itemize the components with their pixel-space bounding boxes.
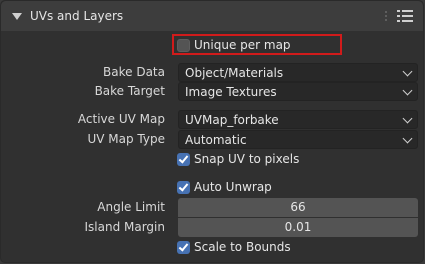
uv-map-type-value: Automatic xyxy=(185,133,247,147)
panel-title: UVs and Layers xyxy=(30,9,124,23)
uv-map-type-dropdown[interactable]: Automatic xyxy=(178,130,418,149)
active-uv-map-label: Active UV Map xyxy=(77,112,165,126)
island-margin-label: Island Margin xyxy=(84,220,165,234)
bake-target-dropdown[interactable]: Image Textures xyxy=(178,82,418,101)
active-uv-map-value: UVMap_forbake xyxy=(185,113,279,127)
checkbox-box[interactable] xyxy=(177,181,190,194)
auto-unwrap-label: Auto Unwrap xyxy=(194,180,272,194)
active-uv-map-dropdown[interactable]: UVMap_forbake xyxy=(178,110,418,129)
bake-target-label: Bake Target xyxy=(94,84,165,98)
chevron-down-icon xyxy=(402,66,413,77)
bake-target-value: Image Textures xyxy=(185,85,277,99)
uvs-and-layers-panel: UVs and Layers Unique per map Bake Data … xyxy=(0,0,424,263)
chevron-down-icon xyxy=(402,133,413,144)
chevron-down-icon xyxy=(402,85,413,96)
chevron-down-icon xyxy=(402,113,413,124)
bake-data-dropdown[interactable]: Object/Materials xyxy=(178,63,418,82)
panel-header[interactable]: UVs and Layers xyxy=(1,1,423,31)
bake-data-value: Object/Materials xyxy=(185,66,284,80)
list-menu-icon[interactable] xyxy=(397,9,413,23)
island-margin-slider[interactable]: 0.01 xyxy=(178,218,418,237)
bake-data-label: Bake Data xyxy=(103,65,165,79)
checkbox-box[interactable] xyxy=(177,153,190,166)
angle-limit-slider[interactable]: 66 xyxy=(178,198,418,217)
angle-limit-label: Angle Limit xyxy=(97,200,165,214)
snap-uv-label: Snap UV to pixels xyxy=(194,152,300,166)
uv-map-type-label: UV Map Type xyxy=(87,132,165,146)
collapse-triangle-icon[interactable] xyxy=(12,13,22,20)
checkbox-box[interactable] xyxy=(177,241,190,254)
drag-handle-icon[interactable] xyxy=(385,11,387,23)
scale-to-bounds-label: Scale to Bounds xyxy=(194,240,291,254)
highlight-box xyxy=(172,34,342,55)
